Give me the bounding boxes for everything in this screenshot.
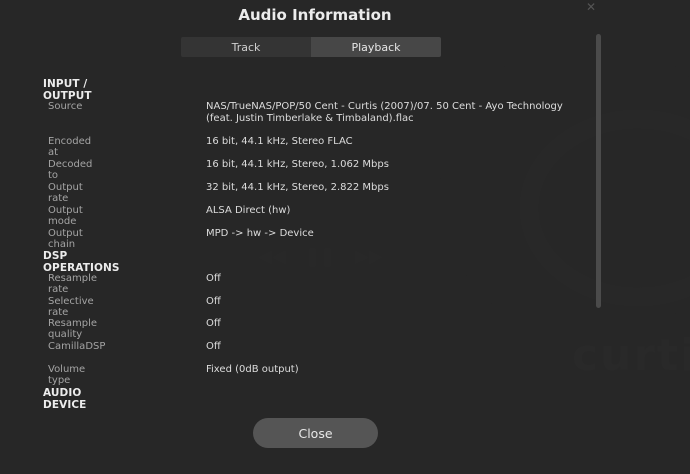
row-label-volume-type: Volume type (48, 364, 86, 386)
row-label-output-chain: Output chain (48, 228, 83, 250)
row-value-selective-rate: Off (206, 296, 221, 307)
row-label-source: Source (48, 101, 83, 112)
row-value-output-mode: ALSA Direct (hw) (206, 205, 291, 216)
row-value-decoded-to: 16 bit, 44.1 kHz, Stereo, 1.062 Mbps (206, 159, 389, 170)
section-heading-dsp-operations: DSP OPERATIONS (43, 250, 120, 274)
row-label-decoded-to: Decoded to (48, 159, 93, 181)
audio-info-dialog: Audio Information ✕ Track Playback INPUT… (0, 0, 690, 474)
row-value-output-chain: MPD -> hw -> Device (206, 228, 314, 239)
close-button[interactable]: Close (253, 418, 378, 448)
row-value-source: NAS/TrueNAS/POP/50 Cent - Curtis (2007)/… (206, 101, 563, 124)
row-label-camilladsp: CamillaDSP (48, 341, 106, 352)
row-label-output-rate: Output rate (48, 182, 83, 204)
scrollbar[interactable] (596, 34, 601, 308)
row-label-resample-quality: Resample quality (48, 318, 98, 340)
row-value-resample-rate: Off (206, 273, 221, 284)
row-value-resample-quality: Off (206, 318, 221, 329)
row-label-output-mode: Output mode (48, 205, 83, 227)
tab-bar: Track Playback (181, 37, 441, 57)
row-value-output-rate: 32 bit, 44.1 kHz, Stereo, 2.822 Mbps (206, 182, 389, 193)
section-heading-input-output: INPUT / OUTPUT (43, 78, 92, 102)
tab-playback[interactable]: Playback (311, 37, 441, 57)
row-value-volume-type: Fixed (0dB output) (206, 364, 299, 375)
row-label-resample-rate: Resample rate (48, 273, 98, 295)
row-value-camilladsp: Off (206, 341, 221, 352)
row-label-selective-rate: Selective rate (48, 296, 94, 318)
section-heading-audio-device: AUDIO DEVICE (43, 387, 87, 411)
row-value-encoded-at: 16 bit, 44.1 kHz, Stereo FLAC (206, 136, 353, 147)
close-icon[interactable]: ✕ (586, 0, 596, 14)
tab-track[interactable]: Track (181, 37, 311, 57)
row-label-encoded-at: Encoded at (48, 136, 92, 158)
dialog-title: Audio Information (238, 6, 392, 24)
